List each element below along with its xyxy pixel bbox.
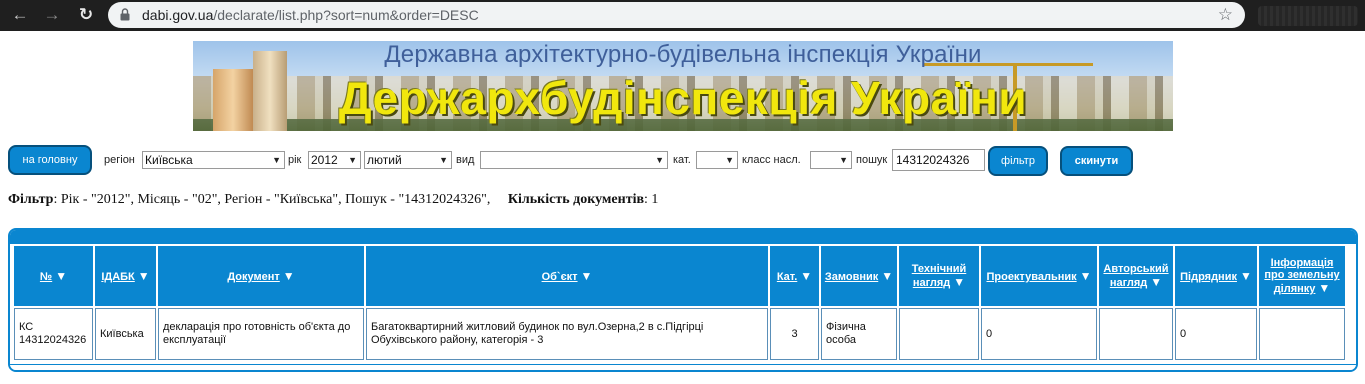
sort-arrow-icon[interactable]: ▼ bbox=[581, 269, 593, 283]
column-header-object[interactable]: Об`єкт ▼ bbox=[366, 246, 768, 306]
column-header-category-label: Кат. bbox=[776, 271, 798, 283]
document-count-value: : 1 bbox=[644, 192, 659, 207]
dropdown-arrow-icon: ▼ bbox=[439, 155, 448, 165]
forward-arrow-icon[interactable]: → bbox=[40, 4, 64, 26]
region-select-value: Київська bbox=[145, 153, 193, 167]
cell-idabk: Київська bbox=[95, 308, 156, 360]
month-select-value: лютий bbox=[367, 153, 402, 167]
declarations-table: № ▼ ІДАБК ▼ Документ ▼ Об`єкт ▼ Кат. ▼ Замовн… bbox=[12, 244, 1347, 362]
column-header-customer-label: Замовник bbox=[824, 271, 879, 283]
cell-customer: Фізична особа bbox=[821, 308, 897, 360]
home-button[interactable]: на головну bbox=[8, 145, 92, 175]
year-select-value: 2012 bbox=[311, 153, 338, 167]
sort-arrow-icon[interactable]: ▼ bbox=[881, 269, 893, 283]
cell-land-info bbox=[1259, 308, 1345, 360]
search-label: пошук bbox=[856, 154, 888, 166]
sort-arrow-icon[interactable]: ▼ bbox=[55, 269, 67, 283]
cell-document: декларація про готовність об'єкта до екс… bbox=[158, 308, 364, 360]
table-header-row: № ▼ ІДАБК ▼ Документ ▼ Об`єкт ▼ Кат. ▼ Замовн… bbox=[14, 246, 1345, 306]
dropdown-arrow-icon: ▼ bbox=[348, 155, 357, 165]
reload-icon[interactable]: ↻ bbox=[74, 4, 98, 26]
column-header-category[interactable]: Кат. ▼ bbox=[770, 246, 819, 306]
filter-summary-text: : Рік - "2012", Місяць - "02", Регіон - … bbox=[53, 192, 491, 207]
table-bottom-bar bbox=[10, 364, 1356, 370]
filter-summary: Фільтр: Рік - "2012", Місяць - "02", Рег… bbox=[8, 192, 658, 208]
column-header-document[interactable]: Документ ▼ bbox=[158, 246, 364, 306]
back-arrow-icon[interactable]: ← bbox=[8, 4, 32, 26]
type-select[interactable]: ▼ bbox=[480, 151, 668, 169]
column-header-customer[interactable]: Замовник ▼ bbox=[821, 246, 897, 306]
sort-arrow-icon[interactable]: ▼ bbox=[283, 269, 295, 283]
month-select[interactable]: лютий ▼ bbox=[364, 151, 452, 169]
region-label: регіон bbox=[104, 154, 135, 166]
column-header-designer[interactable]: Проектувальник ▼ bbox=[981, 246, 1097, 306]
year-label: рік bbox=[288, 154, 302, 166]
banner-subtitle: Державна архітектурно-будівельна інспекц… bbox=[384, 41, 982, 68]
column-header-idabk-label: ІДАБК bbox=[101, 271, 135, 283]
sort-arrow-icon[interactable]: ▼ bbox=[953, 275, 965, 289]
column-header-tech-supervision[interactable]: Технічний нагляд ▼ bbox=[899, 246, 979, 306]
extensions-area[interactable] bbox=[1258, 6, 1358, 26]
dropdown-arrow-icon: ▼ bbox=[839, 155, 848, 165]
column-header-contractor[interactable]: Підрядник ▼ bbox=[1175, 246, 1257, 306]
cell-designer: 0 bbox=[981, 308, 1097, 360]
cell-contractor: 0 bbox=[1175, 308, 1257, 360]
year-select[interactable]: 2012 ▼ bbox=[308, 151, 361, 169]
cell-category: 3 bbox=[770, 308, 819, 360]
column-header-idabk[interactable]: ІДАБК ▼ bbox=[95, 246, 156, 306]
document-count-label: Кількість документів bbox=[507, 192, 645, 207]
url-path: /declarate/list.php?sort=num&order=DESC bbox=[213, 7, 479, 23]
column-header-object-label: Об`єкт bbox=[541, 271, 578, 283]
sort-arrow-icon[interactable]: ▼ bbox=[1150, 275, 1162, 289]
sort-arrow-icon[interactable]: ▼ bbox=[1240, 269, 1252, 283]
column-header-num-label: № bbox=[39, 271, 53, 283]
url-host: dabi.gov.ua bbox=[142, 7, 214, 23]
dropdown-arrow-icon: ▼ bbox=[725, 155, 734, 165]
browser-toolbar: ← → ↻ dabi.gov.ua/declarate/list.php?sor… bbox=[0, 0, 1365, 31]
filter-summary-label: Фільтр bbox=[8, 192, 54, 207]
header-banner: Державна архітектурно-будівельна інспекц… bbox=[193, 41, 1173, 131]
filter-button[interactable]: фільтр bbox=[988, 146, 1048, 176]
table-top-bar bbox=[10, 230, 1356, 244]
lock-icon bbox=[120, 8, 130, 21]
type-label: вид bbox=[456, 154, 475, 166]
url-text: dabi.gov.ua/declarate/list.php?sort=num&… bbox=[142, 7, 479, 23]
sort-arrow-icon[interactable]: ▼ bbox=[1318, 281, 1330, 295]
sort-arrow-icon[interactable]: ▼ bbox=[1080, 269, 1092, 283]
cell-object: Багатоквартирний житловий будинок по вул… bbox=[366, 308, 768, 360]
banner-title: Держархбудінспекція України bbox=[338, 72, 1028, 124]
dropdown-arrow-icon: ▼ bbox=[655, 155, 664, 165]
bookmark-star-icon[interactable]: ☆ bbox=[1218, 5, 1233, 25]
declarations-table-container: № ▼ ІДАБК ▼ Документ ▼ Об`єкт ▼ Кат. ▼ Замовн… bbox=[8, 228, 1358, 372]
cell-author-supervision bbox=[1099, 308, 1173, 360]
column-header-contractor-label: Підрядник bbox=[1180, 271, 1237, 283]
cell-num: КС 14312024326 bbox=[14, 308, 93, 360]
class-label: класс насл. bbox=[742, 154, 801, 166]
table-row: КС 14312024326 Київська декларація про г… bbox=[14, 308, 1345, 360]
cell-tech-supervision bbox=[899, 308, 979, 360]
region-select[interactable]: Київська ▼ bbox=[142, 151, 285, 169]
category-select[interactable]: ▼ bbox=[696, 151, 738, 169]
category-label: кат. bbox=[673, 154, 691, 166]
column-header-document-label: Документ bbox=[227, 271, 280, 283]
class-select[interactable]: ▼ bbox=[810, 151, 852, 169]
dropdown-arrow-icon: ▼ bbox=[272, 155, 281, 165]
column-header-designer-label: Проектувальник bbox=[986, 271, 1077, 283]
search-input[interactable]: 14312024326 bbox=[892, 149, 985, 171]
sort-arrow-icon[interactable]: ▼ bbox=[800, 269, 812, 283]
column-header-num[interactable]: № ▼ bbox=[14, 246, 93, 306]
address-bar[interactable]: dabi.gov.ua/declarate/list.php?sort=num&… bbox=[108, 2, 1245, 28]
column-header-author-supervision[interactable]: Авторський нагляд ▼ bbox=[1099, 246, 1173, 306]
column-header-land-info[interactable]: Інформація про земельну ділянку ▼ bbox=[1259, 246, 1345, 306]
sort-arrow-icon[interactable]: ▼ bbox=[138, 269, 150, 283]
reset-button[interactable]: скинути bbox=[1060, 146, 1133, 176]
